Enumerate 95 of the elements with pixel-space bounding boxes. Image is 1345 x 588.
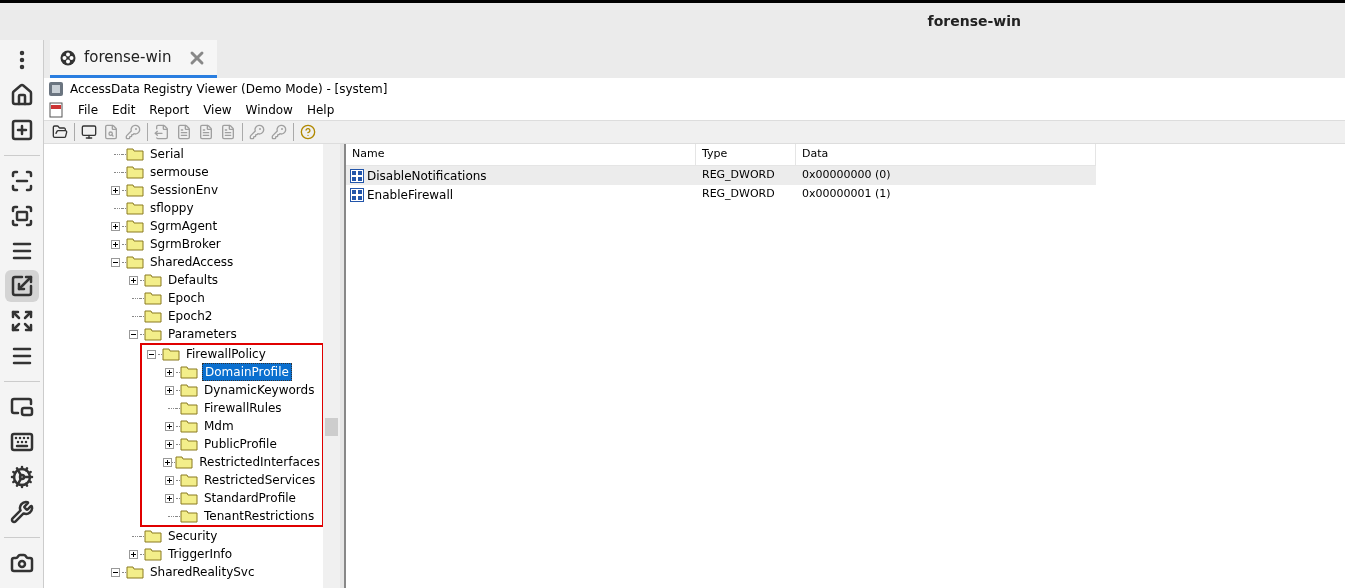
folder-icon <box>180 491 198 505</box>
folder-icon <box>175 455 194 469</box>
tree-item[interactable]: TriggerInfo <box>166 546 235 562</box>
tree-item[interactable]: sermouse <box>148 164 211 180</box>
table-cell: REG_DWORD <box>702 186 775 203</box>
expand-toggle[interactable] <box>164 439 174 449</box>
app-logo-icon <box>48 81 64 97</box>
tree-item[interactable]: Security <box>166 528 220 544</box>
folder-icon <box>126 255 144 269</box>
expand-toggle[interactable] <box>164 421 174 431</box>
folder-icon <box>180 509 198 523</box>
expand-toggle[interactable] <box>110 221 120 231</box>
binary-value-icon <box>350 168 364 183</box>
folder-icon[interactable] <box>52 124 68 140</box>
expand-toggle[interactable] <box>162 457 172 467</box>
collapse-toggle[interactable] <box>110 257 120 267</box>
column-header[interactable]: Type <box>696 144 796 165</box>
folder-icon <box>126 201 144 215</box>
tree-item[interactable]: SgrmAgent <box>148 218 220 234</box>
tree-item[interactable]: Parameters <box>166 326 239 342</box>
folder-icon <box>144 309 162 323</box>
expand-toggle[interactable] <box>110 239 120 249</box>
folder-icon <box>126 147 144 161</box>
tree-item[interactable]: DomainProfile <box>202 363 292 381</box>
tree-item[interactable]: TenantRestrictions <box>202 508 317 524</box>
expand-toggle[interactable] <box>110 185 120 195</box>
tree-item[interactable]: StandardProfile <box>202 490 298 506</box>
folder-icon <box>180 437 198 451</box>
table-cell: 0x00000001 (1) <box>802 186 891 203</box>
tree-item[interactable]: sfloppy <box>148 200 196 216</box>
table-cell-text: EnableFirewall <box>367 186 454 204</box>
folder-icon <box>126 165 144 179</box>
tree-item[interactable]: SharedRealitySvc <box>148 564 257 580</box>
tree-item[interactable]: Epoch2 <box>166 308 215 324</box>
folder-icon <box>144 547 162 561</box>
table-cell: REG_DWORD <box>702 167 775 184</box>
folder-icon <box>126 219 144 233</box>
folder-icon <box>126 565 144 579</box>
expand-toggle[interactable] <box>164 367 174 377</box>
menu-item[interactable]: Report <box>149 101 190 119</box>
menu-item[interactable]: Help <box>306 101 335 119</box>
document-icon <box>48 102 64 118</box>
table-cell-text: DisableNotifications <box>367 167 487 185</box>
tree-item[interactable]: RestrictedServices <box>202 472 318 488</box>
folder-icon <box>144 291 162 305</box>
folder-icon <box>180 473 198 487</box>
menu-item[interactable]: Edit <box>112 101 136 119</box>
tree-item[interactable]: SharedAccess <box>148 254 236 270</box>
tree-item[interactable]: FirewallRules <box>202 400 284 416</box>
tree-item[interactable]: Mdm <box>202 418 236 434</box>
table-cell: 0x00000000 (0) <box>802 167 891 184</box>
scale-icon[interactable] <box>4 270 39 302</box>
tree-item[interactable]: FirewallPolicy <box>184 346 268 362</box>
tree-item[interactable]: PublicProfile <box>202 436 279 452</box>
tree-item[interactable]: SgrmBroker <box>148 236 223 252</box>
column-header[interactable]: Name <box>346 144 696 165</box>
table-row[interactable]: EnableFirewall REG_DWORD 0x00000001 (1) <box>346 185 1096 204</box>
folder-icon <box>144 327 162 341</box>
collapse-toggle[interactable] <box>146 349 156 359</box>
tab[interactable]: forense-win <box>50 40 218 78</box>
tree-item[interactable]: DynamicKeywords <box>202 382 317 398</box>
tree-item[interactable]: Defaults <box>166 272 221 288</box>
window-title: forense-win <box>927 12 1021 31</box>
folder-icon <box>162 347 180 361</box>
computer-icon[interactable] <box>81 124 97 140</box>
tree-item[interactable]: Epoch <box>166 290 207 306</box>
help-icon[interactable] <box>300 124 316 140</box>
collapse-toggle[interactable] <box>110 567 120 577</box>
menu-item[interactable]: File <box>78 101 99 119</box>
expand-toggle[interactable] <box>128 549 138 559</box>
folder-icon <box>180 401 198 415</box>
column-header[interactable]: Data <box>796 144 1096 165</box>
tree-item[interactable]: SessionEnv <box>148 182 221 198</box>
folder-icon <box>180 383 198 397</box>
folder-icon <box>144 273 162 287</box>
table-row[interactable]: DisableNotifications REG_DWORD 0x00000000 (0) <box>346 166 1096 185</box>
expand-toggle[interactable] <box>164 385 174 395</box>
folder-icon <box>126 183 144 197</box>
folder-icon <box>180 365 198 379</box>
expand-toggle[interactable] <box>164 493 174 503</box>
expand-toggle[interactable] <box>128 275 138 285</box>
folder-icon <box>144 529 162 543</box>
app-title: AccessData Registry Viewer (Demo Mode) - [system] <box>70 81 388 98</box>
tree-item[interactable]: RestrictedInterfaces <box>197 454 322 470</box>
expand-toggle[interactable] <box>164 475 174 485</box>
menu-item[interactable]: View <box>203 101 232 119</box>
app-icon <box>60 49 76 66</box>
folder-icon <box>126 237 144 251</box>
tree-item[interactable]: Serial <box>148 146 186 162</box>
tab-label: forense-win <box>84 47 172 69</box>
scrollbar[interactable] <box>323 144 340 588</box>
folder-icon <box>180 419 198 433</box>
collapse-toggle[interactable] <box>128 329 138 339</box>
menu-item[interactable]: Window <box>245 101 293 119</box>
binary-value-icon <box>350 187 364 202</box>
